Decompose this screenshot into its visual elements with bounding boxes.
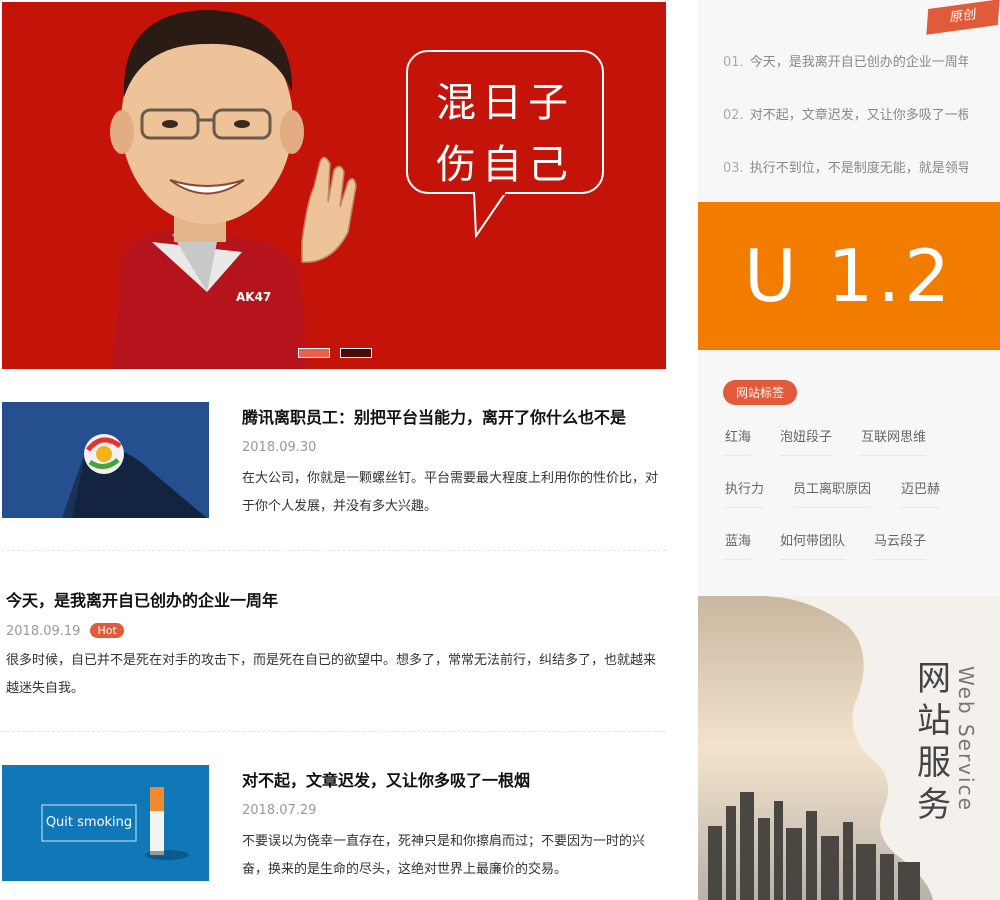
service-title-en: Web Service [954, 666, 978, 812]
article-thumbnail[interactable] [2, 402, 209, 518]
bubble-text-line1: 混日子 [436, 80, 574, 126]
original-list-item[interactable]: 01. 今天，是我离开自已创办的企业一周年 [723, 51, 968, 70]
item-number: 01. [723, 55, 744, 70]
article-item[interactable]: 腾讯离职员工：别把平台当能力，离开了你什么也不是 2018.09.30 在大公司… [0, 402, 666, 522]
tag-link[interactable]: 红海 [725, 426, 752, 456]
item-number: 02. [723, 108, 744, 123]
article-date: 2018.09.19 [6, 624, 81, 639]
article-summary: 很多时候，自已并不是死在对手的攻击下，而是死在自已的欲望中。想多了，常常无法前行… [6, 653, 657, 696]
tag-link[interactable]: 泡妞段子 [780, 426, 833, 456]
tag-link[interactable]: 迈巴赫 [901, 478, 941, 508]
shirt-label: AK47 [236, 290, 272, 304]
tag-link[interactable]: 马云段子 [874, 530, 927, 560]
thumbnail-caption: Quit smoking [45, 815, 133, 830]
carousel-indicators [298, 348, 372, 358]
article-item[interactable]: 今天，是我离开自已创办的企业一周年 2018.09.19 Hot 很多时候，自已并… [0, 585, 666, 705]
original-list-item[interactable]: 02. 对不起，文章迟发，又让你多吸了一根烟 [723, 104, 968, 123]
sidebar: 原创 01. 今天，是我离开自已创办的企业一周年 02. 对不起，文章迟发，又让你多… [698, 0, 1000, 900]
tags-heading: 网站标签 [723, 380, 798, 405]
article-item[interactable]: Quit smoking 对不起，文章迟发，又让你多吸了一根烟 2018.07.… [0, 765, 666, 885]
bubble-tail [473, 192, 507, 238]
speech-bubble: 混日子 伤自己 [406, 50, 604, 194]
hero-banner[interactable]: AK47 混日子 伤自己 [2, 2, 666, 369]
article-thumbnail[interactable]: Quit smoking [2, 765, 209, 881]
carousel-dot-2[interactable] [340, 348, 372, 358]
building-logo-image [2, 402, 209, 518]
carousel-dot-1[interactable] [298, 348, 330, 358]
tag-link[interactable]: 执行力 [725, 478, 765, 508]
original-list-item[interactable]: 03. 执行不到位，不是制度无能，就是领导无能 [723, 157, 968, 176]
divider [2, 731, 666, 732]
tag-link[interactable]: 员工离职原因 [793, 478, 872, 508]
bubble-text-line2: 伤自己 [436, 142, 574, 188]
item-title[interactable]: 今天，是我离开自已创办的企业一周年 [750, 55, 968, 70]
article-meta: 2018.09.19 Hot [6, 623, 124, 639]
divider [2, 550, 666, 551]
item-title[interactable]: 对不起，文章迟发，又让你多吸了一根烟 [750, 108, 968, 123]
tag-link[interactable]: 互联网思维 [861, 426, 927, 456]
item-number: 03. [723, 161, 744, 176]
article-title[interactable]: 今天，是我离开自已创办的企业一周年 [6, 587, 278, 611]
article-title[interactable]: 对不起，文章迟发，又让你多吸了一根烟 [242, 767, 530, 791]
version-banner[interactable]: U 1.2 [698, 202, 1000, 350]
item-title[interactable]: 执行不到位，不是制度无能，就是领导无能 [750, 161, 968, 176]
hot-badge: Hot [90, 623, 124, 638]
article-date: 2018.07.29 [242, 803, 317, 818]
tag-link[interactable]: 如何带团队 [780, 530, 846, 560]
original-ribbon: 原创 [926, 0, 1000, 35]
article-summary: 不要误以为侥幸一直存在，死神只是和你擦肩而过；不要因为一时的兴奋，换来的是生命的… [242, 834, 646, 877]
article-summary: 在大公司，你就是一颗螺丝钉。平台需要最大程度上利用你的性价比，对于你个人发展，并… [242, 471, 659, 514]
tag-link[interactable]: 蓝海 [725, 530, 752, 560]
article-title[interactable]: 腾讯离职员工：别把平台当能力，离开了你什么也不是 [242, 404, 626, 428]
web-service-banner[interactable]: 网站服务 Web Service [698, 596, 1000, 900]
article-date: 2018.09.30 [242, 440, 317, 455]
service-title-cn: 网站服务 [917, 659, 951, 825]
